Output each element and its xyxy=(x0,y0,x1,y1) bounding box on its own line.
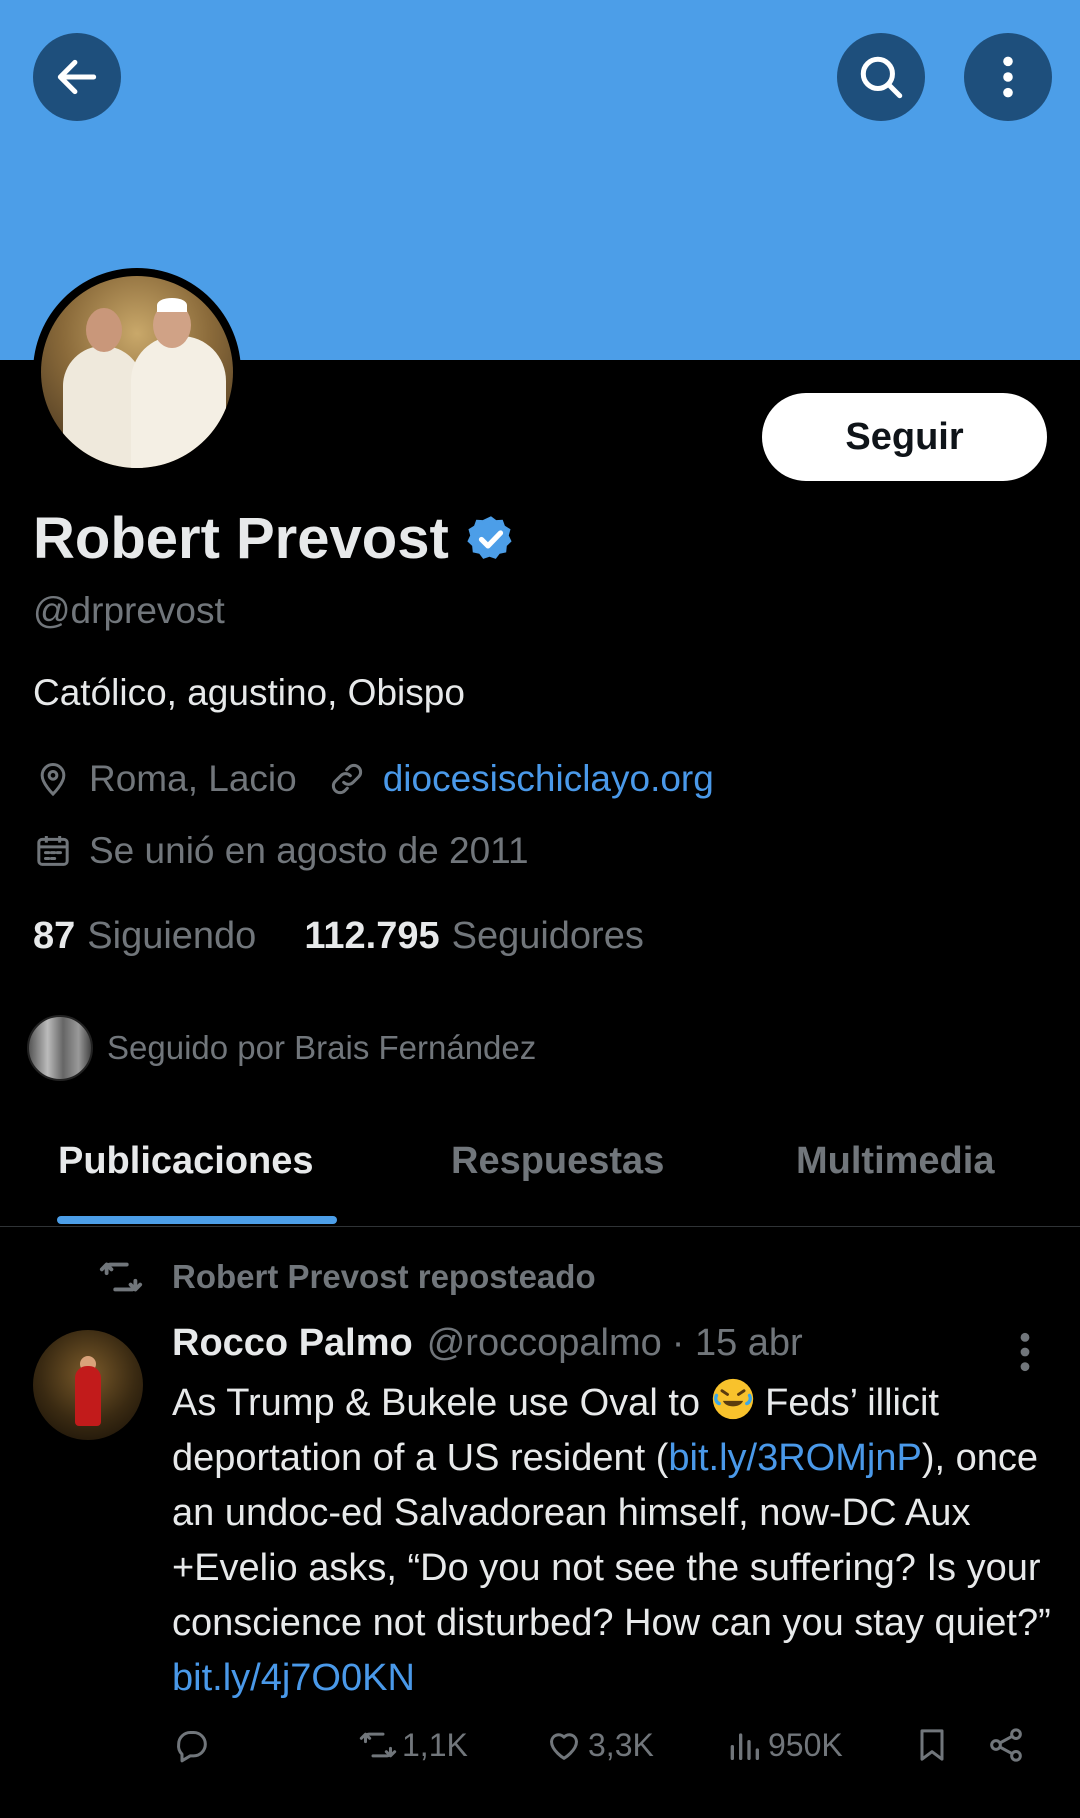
following-label: Siguiendo xyxy=(87,915,257,957)
views-count: 950K xyxy=(768,1726,843,1763)
tweet-text-part: As Trump & Bukele use Oval to xyxy=(172,1382,711,1424)
share-button[interactable] xyxy=(986,1725,1030,1765)
profile-handle: @drprevost xyxy=(33,590,225,631)
more-options-button[interactable] xyxy=(964,33,1052,121)
active-tab-indicator xyxy=(57,1216,337,1224)
repost-context: Robert Prevost reposteado xyxy=(98,1254,596,1300)
profile-website-link[interactable]: diocesischiclayo.org xyxy=(383,758,714,800)
profile-joined-row: Se unió en agosto de 2011 xyxy=(33,830,529,872)
repost-button[interactable]: 1,1K xyxy=(358,1725,468,1765)
like-button[interactable]: 3,3K xyxy=(544,1725,654,1765)
following-count: 87 xyxy=(33,915,76,957)
avatar-image xyxy=(41,276,233,468)
tweet-more-icon[interactable] xyxy=(1010,1330,1040,1374)
tweet-header: Rocco Palmo @roccopalmo · 15 abr xyxy=(172,1322,803,1365)
rofl-emoji-icon xyxy=(712,1378,753,1420)
views-button[interactable]: 950K xyxy=(724,1725,843,1765)
followers-stat[interactable]: 112.795 Seguidores xyxy=(304,915,644,958)
profile-name: Robert Prevost xyxy=(33,506,449,571)
back-button[interactable] xyxy=(33,33,121,121)
bookmark-icon xyxy=(920,1729,944,1761)
tab-media[interactable]: Multimedia xyxy=(796,1140,994,1183)
tweet-link[interactable]: bit.ly/3ROMjnP xyxy=(668,1437,921,1479)
repost-label: Robert Prevost reposteado xyxy=(172,1258,596,1295)
search-button[interactable] xyxy=(837,33,925,121)
tweet-author-handle[interactable]: @roccopalmo xyxy=(427,1322,662,1365)
share-icon xyxy=(990,1728,1022,1762)
tab-replies[interactable]: Respuestas xyxy=(451,1140,664,1183)
profile-location: Roma, Lacio xyxy=(89,758,297,799)
profile-tabs: Publicaciones Respuestas Multimedia xyxy=(0,1120,1080,1227)
profile-stats: 87 Siguiendo 112.795 Seguidores xyxy=(33,915,644,958)
reply-button[interactable] xyxy=(172,1725,216,1765)
following-stat[interactable]: 87 Siguiendo xyxy=(33,915,256,958)
tweet-text: As Trump & Bukele use Oval to Feds’ illi… xyxy=(172,1376,1052,1706)
tweet-actions: 1,1K 3,3K 950K xyxy=(172,1725,1032,1781)
search-icon xyxy=(860,56,903,99)
arrow-left-icon xyxy=(57,59,97,95)
follow-button[interactable]: Seguir xyxy=(762,393,1047,481)
tweet-author-name[interactable]: Rocco Palmo xyxy=(172,1322,413,1365)
profile-name-row: Robert Prevost xyxy=(33,505,517,572)
views-chart-icon xyxy=(730,1733,759,1760)
bookmark-button[interactable] xyxy=(912,1725,956,1765)
followed-by-row[interactable]: Seguido por Brais Fernández xyxy=(27,1015,536,1081)
profile-avatar[interactable] xyxy=(33,268,241,476)
verified-badge-icon[interactable] xyxy=(465,513,517,565)
followers-label: Seguidores xyxy=(451,915,644,957)
tweet-time[interactable]: · 15 abr xyxy=(672,1322,803,1365)
profile-bio: Católico, agustino, Obispo xyxy=(33,672,465,713)
location-pin-icon xyxy=(40,763,66,797)
like-count: 3,3K xyxy=(588,1726,654,1763)
followers-count: 112.795 xyxy=(304,915,440,957)
tab-posts[interactable]: Publicaciones xyxy=(58,1140,314,1183)
repost-icon xyxy=(99,1262,143,1292)
link-icon xyxy=(331,763,362,795)
more-vertical-icon xyxy=(1003,56,1013,98)
repost-count: 1,1K xyxy=(402,1726,468,1763)
tweet-author-avatar[interactable] xyxy=(33,1330,143,1440)
reply-icon xyxy=(177,1731,207,1763)
follower-avatar xyxy=(27,1015,93,1081)
heart-icon xyxy=(550,1733,578,1760)
tweet-link[interactable]: bit.ly/4j7O0KN xyxy=(172,1657,415,1699)
repost-icon xyxy=(359,1732,397,1758)
profile-meta-row: Roma, Lacio diocesischiclayo.org xyxy=(33,758,714,800)
followed-by-text: Seguido por Brais Fernández xyxy=(107,1029,537,1066)
calendar-icon xyxy=(37,836,69,866)
profile-joined-date: Se unió en agosto de 2011 xyxy=(89,830,529,871)
